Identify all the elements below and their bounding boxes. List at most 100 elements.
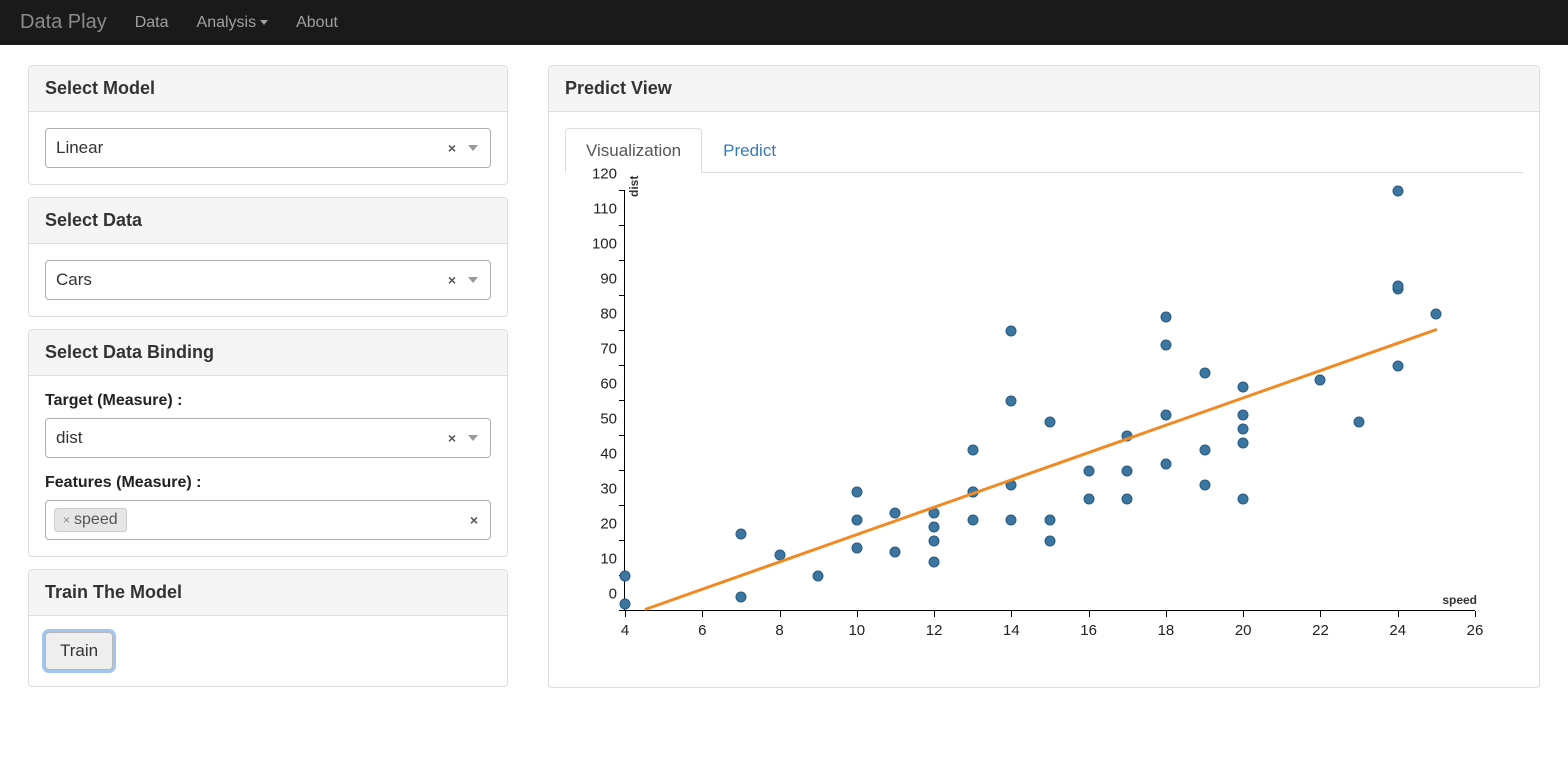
y-tick-label: 40 xyxy=(600,446,617,463)
scatter-point xyxy=(1045,417,1056,428)
y-tick-label: 80 xyxy=(600,306,617,323)
scatter-point xyxy=(1006,326,1017,337)
clear-icon[interactable]: × xyxy=(448,430,456,446)
scatter-point xyxy=(1238,410,1249,421)
x-tick-label: 18 xyxy=(1158,622,1175,639)
scatter-point xyxy=(620,571,631,582)
scatter-point xyxy=(735,592,746,603)
x-tick-label: 16 xyxy=(1080,622,1097,639)
scatter-point xyxy=(813,571,824,582)
clear-icon[interactable]: × xyxy=(470,512,478,528)
scatter-point xyxy=(1160,340,1171,351)
x-tick-label: 22 xyxy=(1312,622,1329,639)
feature-tag[interactable]: × speed xyxy=(54,508,127,532)
tab-visualization[interactable]: Visualization xyxy=(565,128,702,173)
scatter-point xyxy=(929,536,940,547)
scatter-point xyxy=(620,599,631,610)
scatter-point xyxy=(851,487,862,498)
scatter-point xyxy=(851,543,862,554)
y-tick-label: 20 xyxy=(600,516,617,533)
chevron-down-icon xyxy=(468,435,478,441)
scatter-point xyxy=(851,515,862,526)
scatter-point xyxy=(1006,396,1017,407)
x-tick-label: 12 xyxy=(926,622,943,639)
scatter-point xyxy=(1160,410,1171,421)
scatter-point xyxy=(735,529,746,540)
panel-predict-view: Predict View Visualization Predict 01020… xyxy=(548,65,1540,688)
scatter-point xyxy=(1045,536,1056,547)
data-select[interactable]: Cars × xyxy=(45,260,491,300)
y-tick-label: 120 xyxy=(592,166,617,183)
model-select[interactable]: Linear × xyxy=(45,128,491,168)
y-tick-label: 60 xyxy=(600,376,617,393)
scatter-point xyxy=(1392,361,1403,372)
y-tick-label: 50 xyxy=(600,411,617,428)
x-tick-label: 14 xyxy=(1003,622,1020,639)
scatter-point xyxy=(1199,480,1210,491)
model-select-value: Linear xyxy=(56,138,103,158)
y-tick-label: 100 xyxy=(592,236,617,253)
scatter-point xyxy=(1122,494,1133,505)
y-tick-label: 110 xyxy=(593,201,617,218)
scatter-point xyxy=(1199,445,1210,456)
features-select[interactable]: × speed × xyxy=(45,500,491,540)
scatter-point xyxy=(890,546,901,557)
y-tick-label: 0 xyxy=(609,586,617,603)
x-tick-label: 10 xyxy=(848,622,865,639)
x-tick-label: 26 xyxy=(1467,622,1484,639)
y-tick-label: 90 xyxy=(600,271,617,288)
y-tick-label: 70 xyxy=(600,341,617,358)
scatter-point xyxy=(967,445,978,456)
tab-predict[interactable]: Predict xyxy=(702,128,797,173)
panel-heading-train: Train The Model xyxy=(29,570,507,616)
scatter-point xyxy=(1199,368,1210,379)
clear-icon[interactable]: × xyxy=(448,140,456,156)
scatter-point xyxy=(1083,494,1094,505)
scatter-point xyxy=(1238,424,1249,435)
panel-heading-model: Select Model xyxy=(29,66,507,112)
scatter-point xyxy=(929,522,940,533)
panel-heading-data: Select Data xyxy=(29,198,507,244)
x-tick-label: 6 xyxy=(698,622,706,639)
target-select-value: dist xyxy=(56,428,82,448)
nav-link-about[interactable]: About xyxy=(296,14,338,32)
target-select[interactable]: dist × xyxy=(45,418,491,458)
nav-link-analysis[interactable]: Analysis xyxy=(197,14,269,32)
scatter-point xyxy=(1122,466,1133,477)
nav-link-data[interactable]: Data xyxy=(135,14,169,32)
panel-heading-binding: Select Data Binding xyxy=(29,330,507,376)
scatter-point xyxy=(929,557,940,568)
y-tick-label: 10 xyxy=(600,551,617,568)
scatter-point xyxy=(1083,466,1094,477)
caret-down-icon xyxy=(260,20,268,25)
scatter-point xyxy=(1160,459,1171,470)
tag-remove-icon[interactable]: × xyxy=(63,513,70,527)
y-tick-label: 30 xyxy=(600,481,617,498)
feature-tag-label: speed xyxy=(74,511,118,529)
x-axis-label: speed xyxy=(1442,593,1477,607)
features-label: Features (Measure) : xyxy=(45,474,491,492)
x-tick-label: 4 xyxy=(621,622,629,639)
clear-icon[interactable]: × xyxy=(448,272,456,288)
scatter-point xyxy=(1238,382,1249,393)
scatter-point xyxy=(967,515,978,526)
panel-train: Train The Model Train xyxy=(28,569,508,687)
scatter-point xyxy=(1431,308,1442,319)
target-label: Target (Measure) : xyxy=(45,392,491,410)
regression-line xyxy=(644,328,1437,611)
train-button[interactable]: Train xyxy=(45,632,113,670)
navbar-brand[interactable]: Data Play xyxy=(20,11,107,34)
panel-select-binding: Select Data Binding Target (Measure) : d… xyxy=(28,329,508,557)
tabs: Visualization Predict xyxy=(565,128,1523,173)
x-tick-label: 24 xyxy=(1389,622,1406,639)
scatter-point xyxy=(1392,280,1403,291)
scatter-chart: 0102030405060708090100110120 dist speed … xyxy=(565,191,1515,671)
panel-select-data: Select Data Cars × xyxy=(28,197,508,317)
scatter-point xyxy=(1315,375,1326,386)
scatter-point xyxy=(1160,312,1171,323)
x-tick-label: 8 xyxy=(775,622,783,639)
scatter-point xyxy=(1006,515,1017,526)
chevron-down-icon xyxy=(468,145,478,151)
x-tick-label: 20 xyxy=(1235,622,1252,639)
chevron-down-icon xyxy=(468,277,478,283)
